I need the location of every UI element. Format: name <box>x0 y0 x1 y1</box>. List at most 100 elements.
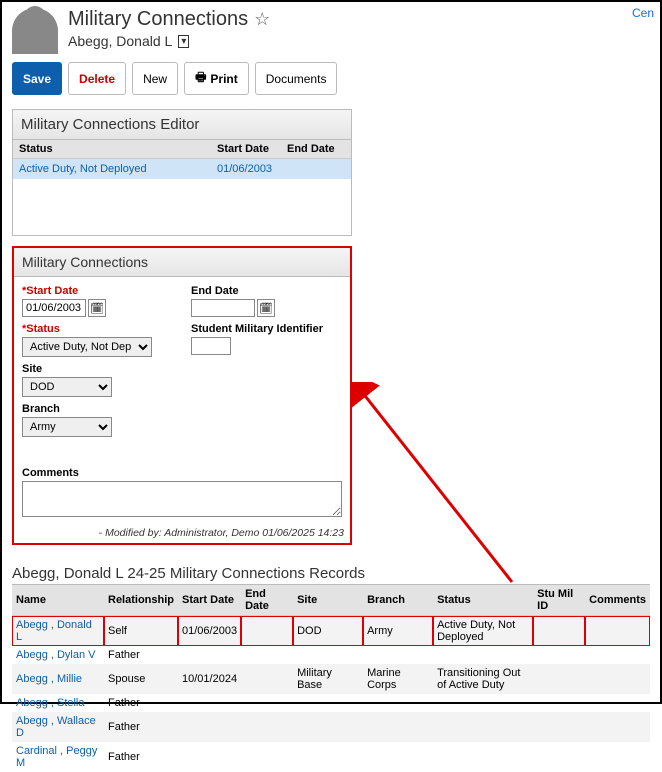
status-label: Status <box>22 323 173 335</box>
record-site: DOD <box>293 616 363 647</box>
record-rel: Self <box>104 616 178 647</box>
record-status <box>433 694 533 712</box>
editor-panel-title: Military Connections Editor <box>13 110 351 140</box>
record-comments <box>585 694 650 712</box>
branch-select[interactable]: Army <box>22 417 112 437</box>
record-status <box>433 742 533 772</box>
site-label: Site <box>22 363 173 375</box>
record-branch: Army <box>363 616 433 647</box>
print-label: Print <box>210 72 237 86</box>
records-col-branch[interactable]: Branch <box>363 585 433 616</box>
table-row[interactable]: Abegg , Dylan V Father <box>12 646 650 664</box>
record-end <box>241 694 293 712</box>
start-date-input[interactable] <box>22 299 86 317</box>
record-start <box>178 646 241 664</box>
editor-cell-end <box>281 159 351 180</box>
annotation-arrow <box>352 382 522 592</box>
status-select[interactable]: Active Duty, Not Deployed <box>22 337 152 357</box>
favorite-star-icon[interactable]: ☆ <box>254 9 270 30</box>
comments-textarea[interactable] <box>22 481 342 517</box>
avatar <box>12 8 58 54</box>
end-date-input[interactable] <box>191 299 255 317</box>
record-rel: Spouse <box>104 664 178 694</box>
record-stumil <box>533 742 585 772</box>
end-date-label: End Date <box>191 285 342 297</box>
start-date-label: Start Date <box>22 285 173 297</box>
records-col-site[interactable]: Site <box>293 585 363 616</box>
printer-icon: 🖶 <box>195 68 206 89</box>
record-end <box>241 616 293 647</box>
record-comments <box>585 646 650 664</box>
person-card-icon[interactable]: ▾ <box>178 35 189 48</box>
table-row[interactable]: Abegg , Donald LSelf01/06/2003DODArmyAct… <box>12 616 650 647</box>
page-title: Military Connections ☆ <box>68 8 650 31</box>
record-comments <box>585 742 650 772</box>
record-branch <box>363 694 433 712</box>
person-name: Abegg, Donald L <box>68 33 172 49</box>
record-name-link[interactable]: Abegg , Dylan V <box>16 649 96 661</box>
record-name-link[interactable]: Cardinal , Peggy M <box>16 745 97 769</box>
records-col-status[interactable]: Status <box>433 585 533 616</box>
top-right-link[interactable]: Cen <box>632 6 654 20</box>
record-start <box>178 742 241 772</box>
record-rel: Father <box>104 712 178 742</box>
records-col-name[interactable]: Name <box>12 585 104 616</box>
table-row[interactable]: Cardinal , Peggy M Father <box>12 742 650 772</box>
print-button[interactable]: 🖶 Print <box>184 62 249 95</box>
table-row[interactable]: Abegg , StellaFather <box>12 694 650 712</box>
record-name-link[interactable]: Abegg , Wallace D <box>16 715 96 739</box>
record-start <box>178 712 241 742</box>
calendar-icon[interactable]: 🗓 <box>88 299 106 317</box>
records-col-end[interactable]: End Date <box>241 585 293 616</box>
record-rel: Father <box>104 646 178 664</box>
save-button[interactable]: Save <box>12 62 62 95</box>
record-comments <box>585 664 650 694</box>
record-stumil <box>533 646 585 664</box>
calendar-icon[interactable]: 🗓 <box>257 299 275 317</box>
editor-col-status[interactable]: Status <box>13 140 211 159</box>
record-end <box>241 664 293 694</box>
editor-cell-status: Active Duty, Not Deployed <box>13 159 211 180</box>
editor-table: Status Start Date End Date Active Duty, … <box>13 140 351 179</box>
toolbar: Save Delete New 🖶 Print Documents <box>2 54 660 103</box>
documents-button[interactable]: Documents <box>255 62 338 95</box>
record-comments <box>585 616 650 647</box>
smi-label: Student Military Identifier <box>191 323 342 335</box>
record-end <box>241 712 293 742</box>
record-status <box>433 646 533 664</box>
record-start <box>178 694 241 712</box>
new-button[interactable]: New <box>132 62 178 95</box>
record-end <box>241 646 293 664</box>
editor-col-end[interactable]: End Date <box>281 140 351 159</box>
site-select[interactable]: DOD <box>22 377 112 397</box>
record-rel: Father <box>104 742 178 772</box>
comments-label: Comments <box>22 467 342 479</box>
editor-row[interactable]: Active Duty, Not Deployed 01/06/2003 <box>13 159 351 180</box>
record-branch <box>363 646 433 664</box>
table-row[interactable]: Abegg , Wallace D Father <box>12 712 650 742</box>
table-row[interactable]: Abegg , MillieSpouse10/01/2024Military B… <box>12 664 650 694</box>
records-title: Abegg, Donald L 24-25 Military Connectio… <box>12 565 650 582</box>
smi-input[interactable] <box>191 337 231 355</box>
records-col-comments[interactable]: Comments <box>585 585 650 616</box>
record-status <box>433 712 533 742</box>
delete-button[interactable]: Delete <box>68 62 126 95</box>
records-col-start[interactable]: Start Date <box>178 585 241 616</box>
records-col-stumil[interactable]: Stu Mil ID <box>533 585 585 616</box>
record-end <box>241 742 293 772</box>
form-panel-title: Military Connections <box>14 248 350 277</box>
editor-col-start[interactable]: Start Date <box>211 140 281 159</box>
branch-label: Branch <box>22 403 173 415</box>
record-site <box>293 742 363 772</box>
record-start: 10/01/2024 <box>178 664 241 694</box>
records-col-rel[interactable]: Relationship <box>104 585 178 616</box>
record-name-link[interactable]: Abegg , Millie <box>16 673 82 685</box>
record-branch <box>363 712 433 742</box>
record-branch <box>363 742 433 772</box>
record-name-link[interactable]: Abegg , Donald L <box>16 619 92 643</box>
record-site <box>293 694 363 712</box>
record-name-link[interactable]: Abegg , Stella <box>16 697 85 709</box>
record-status: Active Duty, Not Deployed <box>433 616 533 647</box>
page-title-text: Military Connections <box>68 8 248 31</box>
editor-cell-start: 01/06/2003 <box>211 159 281 180</box>
